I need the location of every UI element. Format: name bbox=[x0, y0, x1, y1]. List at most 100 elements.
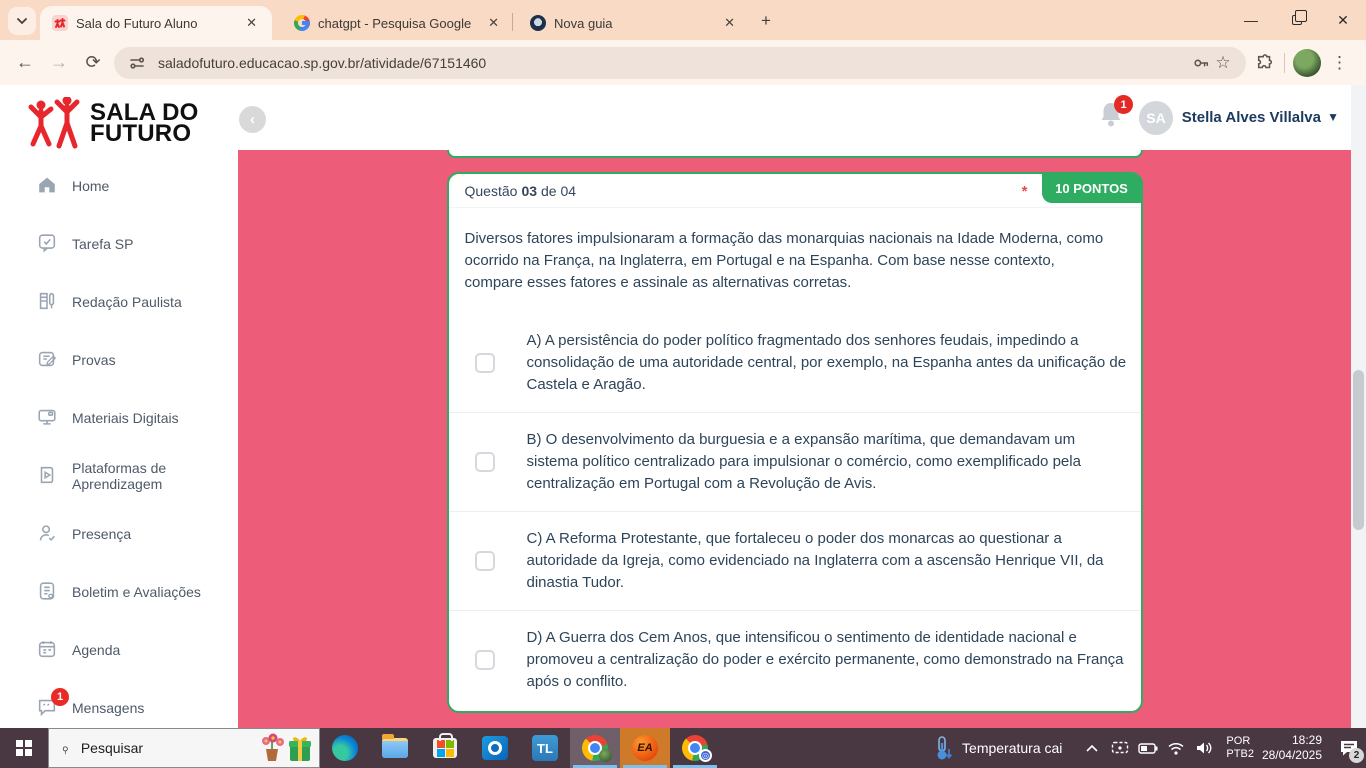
tab-close-icon[interactable]: ✕ bbox=[719, 13, 740, 33]
user-name[interactable]: Stella Alves Villalva bbox=[1182, 109, 1321, 126]
tab-close-icon[interactable]: ✕ bbox=[483, 13, 504, 33]
sidebar-item-label: Boletim e Avaliações bbox=[72, 584, 201, 600]
sidebar-item-redacao-paulista[interactable]: Redação Paulista bbox=[0, 273, 238, 331]
sidebar-item-materiais-digitais[interactable]: Materiais Digitais bbox=[0, 389, 238, 447]
google-favicon bbox=[294, 15, 310, 31]
notification-center-button[interactable]: 2 bbox=[1332, 728, 1366, 768]
extensions-icon[interactable] bbox=[1254, 52, 1276, 74]
content-area: ‹ 1 SA Stella Alves Villalva ▼ Questão bbox=[238, 85, 1351, 728]
file-explorer-icon bbox=[382, 738, 408, 758]
store-icon bbox=[433, 738, 457, 758]
volume-icon[interactable] bbox=[1192, 728, 1216, 768]
monitor-icon bbox=[36, 406, 60, 430]
restore-button[interactable] bbox=[1274, 0, 1320, 40]
weather-thermometer-icon bbox=[934, 735, 954, 761]
date: 28/04/2025 bbox=[1262, 748, 1322, 763]
bookmark-star-icon[interactable]: ☆ bbox=[1212, 52, 1234, 74]
taskbar-chrome-profile1[interactable] bbox=[570, 728, 620, 768]
tab-nova-guia[interactable]: Nova guia ✕ bbox=[518, 6, 750, 40]
notification-bell[interactable]: 1 bbox=[1099, 101, 1125, 131]
option-row-a[interactable]: A) A persistência do poder político frag… bbox=[449, 314, 1141, 412]
taskbar-tl-app[interactable]: TL bbox=[520, 728, 570, 768]
user-menu-caret-icon[interactable]: ▼ bbox=[1327, 110, 1339, 124]
tray-chevron-up-icon[interactable] bbox=[1080, 728, 1104, 768]
option-a-checkbox[interactable] bbox=[475, 353, 495, 373]
taskbar-outlook[interactable] bbox=[470, 728, 520, 768]
sidebar-item-plataformas-aprendizagem[interactable]: Plataformas de Aprendizagem bbox=[0, 447, 238, 505]
weather-headline[interactable]: Temperatura cai bbox=[962, 740, 1062, 756]
page-scrollbar[interactable] bbox=[1351, 85, 1366, 728]
sidebar-item-tarefa-sp[interactable]: Tarefa SP bbox=[0, 215, 238, 273]
option-row-d[interactable]: D) A Guerra dos Cem Anos, que intensific… bbox=[449, 610, 1141, 709]
language-indicator[interactable]: POR PTB2 bbox=[1226, 735, 1254, 761]
password-key-icon[interactable] bbox=[1190, 52, 1212, 74]
time: 18:29 bbox=[1262, 733, 1322, 748]
sidebar-item-label: Provas bbox=[72, 352, 116, 368]
new-tab-favicon bbox=[530, 15, 546, 31]
taskbar-file-explorer[interactable] bbox=[370, 728, 420, 768]
chrome-profile-photo-overlay bbox=[599, 749, 612, 762]
browser-toolbar: ← → ⟳ saladofuturo.educacao.sp.gov.br/at… bbox=[0, 40, 1366, 85]
tab-close-icon[interactable]: ✕ bbox=[241, 13, 262, 33]
question-label: Questão bbox=[465, 183, 518, 199]
taskbar-search-box[interactable]: ⌕ Pesquisar bbox=[48, 728, 320, 768]
option-b-checkbox[interactable] bbox=[475, 452, 495, 472]
collapse-sidebar-button[interactable]: ‹ bbox=[239, 106, 266, 133]
sidebar-item-agenda[interactable]: Agenda bbox=[0, 621, 238, 679]
taskbar-microsoft-store[interactable] bbox=[420, 728, 470, 768]
option-row-b[interactable]: B) O desenvolvimento da burguesia e a ex… bbox=[449, 412, 1141, 511]
browser-profile-avatar[interactable] bbox=[1293, 49, 1321, 77]
sidebar-item-label: Redação Paulista bbox=[72, 294, 182, 310]
option-d-checkbox[interactable] bbox=[475, 650, 495, 670]
forward-button[interactable]: → bbox=[42, 46, 76, 80]
toolbar-divider bbox=[1284, 53, 1285, 73]
home-icon bbox=[36, 174, 60, 198]
sidebar-item-label: Plataformas de Aprendizagem bbox=[72, 460, 238, 492]
sidebar-item-label: Presença bbox=[72, 526, 131, 542]
sidebar-item-boletim-avaliacoes[interactable]: Boletim e Avaliações bbox=[0, 563, 238, 621]
sidebar-item-provas[interactable]: Provas bbox=[0, 331, 238, 389]
taskbar-chrome-profile2[interactable]: ◎ bbox=[670, 728, 720, 768]
sidebar-item-presenca[interactable]: Presença bbox=[0, 505, 238, 563]
address-bar[interactable]: saladofuturo.educacao.sp.gov.br/atividad… bbox=[114, 47, 1246, 79]
start-button[interactable] bbox=[0, 728, 48, 768]
reload-button[interactable]: ⟳ bbox=[76, 46, 110, 80]
clock[interactable]: 18:29 28/04/2025 bbox=[1262, 733, 1322, 763]
tab-search-button[interactable] bbox=[8, 7, 36, 35]
new-tab-button[interactable]: + bbox=[754, 9, 778, 33]
url-text[interactable]: saladofuturo.educacao.sp.gov.br/atividad… bbox=[158, 55, 1190, 71]
option-row-c[interactable]: C) A Reforma Protestante, que fortaleceu… bbox=[449, 511, 1141, 610]
logo-figures-icon bbox=[28, 97, 86, 149]
back-button[interactable]: ← bbox=[8, 46, 42, 80]
sala-do-futuro-favicon bbox=[52, 15, 68, 31]
option-b-text: B) O desenvolvimento da burguesia e a ex… bbox=[527, 429, 1127, 495]
sala-do-futuro-logo[interactable]: SALA DO FUTURO bbox=[28, 97, 238, 149]
required-asterisk: * bbox=[1022, 183, 1028, 200]
battery-icon[interactable] bbox=[1136, 728, 1160, 768]
taskbar-ea-app[interactable]: EA bbox=[620, 728, 670, 768]
notification-count-badge: 1 bbox=[1114, 95, 1133, 114]
tab-sala-do-futuro[interactable]: Sala do Futuro Aluno ✕ bbox=[40, 6, 272, 40]
browser-menu-icon[interactable]: ⋮ bbox=[1321, 53, 1358, 73]
question-text: Diversos fatores impulsionaram a formaçã… bbox=[449, 208, 1139, 304]
scrollbar-thumb[interactable] bbox=[1353, 370, 1364, 530]
taskbar-edge[interactable] bbox=[320, 728, 370, 768]
exam-pencil-icon bbox=[36, 348, 60, 372]
sidebar-menu: Home Tarefa SP Redação Paulista bbox=[0, 157, 238, 737]
tab-chatgpt-search[interactable]: chatgpt - Pesquisa Google ✕ bbox=[282, 6, 514, 40]
tab-title: Nova guia bbox=[554, 16, 719, 31]
calendar-icon bbox=[36, 638, 60, 662]
search-placeholder: Pesquisar bbox=[81, 740, 143, 756]
search-seasonal-decor[interactable] bbox=[259, 733, 313, 763]
person-check-icon bbox=[36, 522, 60, 546]
wireless-display-icon[interactable] bbox=[1108, 728, 1132, 768]
wifi-icon[interactable] bbox=[1164, 728, 1188, 768]
sidebar-item-home[interactable]: Home bbox=[0, 157, 238, 215]
close-button[interactable]: ✕ bbox=[1320, 0, 1366, 40]
chevron-down-icon bbox=[16, 15, 28, 27]
user-avatar[interactable]: SA bbox=[1139, 101, 1173, 135]
play-box-icon bbox=[36, 464, 60, 488]
minimize-button[interactable]: — bbox=[1228, 0, 1274, 40]
site-info-icon[interactable] bbox=[126, 52, 148, 74]
option-c-checkbox[interactable] bbox=[475, 551, 495, 571]
